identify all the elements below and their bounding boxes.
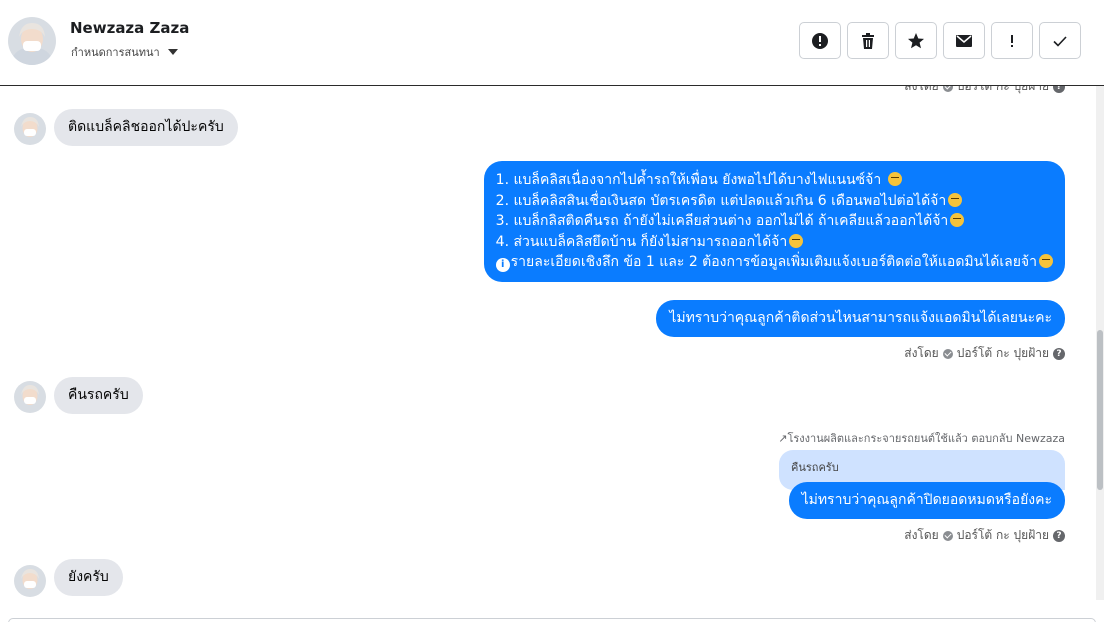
sent-by-agent: ปอร์โต้ กะ ปุยฝ้าย [956, 346, 1049, 360]
mail-icon [956, 34, 972, 47]
delete-button[interactable] [847, 22, 889, 59]
contact-avatar[interactable] [8, 17, 56, 65]
message-line: 4. ส่วนแบล็คลิสยึดบ้าน ก็ยังไม่สามารถออก… [496, 232, 1053, 253]
incoming-message[interactable]: คืนรถครับ [54, 377, 143, 414]
incoming-message[interactable]: ยังครับ [54, 559, 123, 596]
emoji-icon [1039, 254, 1053, 268]
reply-context-note: ↗โรงงานผลิตและกระจายรถยนต์ใช้แล้ว ตอบกลั… [778, 432, 1065, 445]
sent-by-line: ส่งโดย ปอร์โต้ กะ ปุยฝ้าย ? [904, 526, 1065, 545]
sent-by-agent: ปอร์โต้ กะ ปุยฝ้าย [956, 86, 1049, 93]
verified-icon [942, 86, 953, 92]
sent-by-line: ส่งโดย ปอร์โต้ กะ ปุยฝ้าย ? [904, 344, 1065, 363]
mark-done-button[interactable] [1039, 22, 1081, 59]
emoji-icon [950, 213, 965, 227]
trash-icon [862, 32, 874, 49]
outgoing-message[interactable]: ไม่ทราบว่าคุณลูกค้าติดส่วนไหนสามารถแจ้งแ… [656, 300, 1065, 337]
message-line: 2. แบล็คลิสสินเชื่อเงินสด บัตรเครดิต แต่… [496, 191, 1053, 212]
emoji-icon [948, 192, 963, 207]
contact-avatar-small[interactable] [14, 381, 46, 413]
message-line: i รายละเอียดเชิงลึก ข้อ 1 และ 2 ต้องการข้… [495, 252, 1053, 273]
emoji-icon [887, 172, 902, 186]
alert-circle-icon [812, 32, 828, 49]
sent-by-prefix: ส่งโดย [904, 86, 939, 93]
message-line: 3. แบล็กลิสติดคืนรถ ถ้ายังไม่เคลียส่วนต่… [496, 211, 1053, 232]
help-icon[interactable]: ? [1053, 347, 1065, 360]
scrollbar-thumb[interactable] [1097, 330, 1103, 490]
assign-conversation-dropdown[interactable]: กำหนดการสนทนา [71, 43, 178, 61]
contact-avatar-small[interactable] [14, 565, 46, 597]
star-icon [908, 32, 924, 48]
help-icon[interactable]: ? [1053, 86, 1065, 93]
verified-icon [942, 530, 953, 541]
star-button[interactable] [895, 22, 937, 59]
mark-spam-button[interactable] [799, 22, 841, 59]
follow-up-button[interactable] [991, 22, 1033, 59]
inbox-conversation: Newzaza Zaza กำหนดการสนทนา ส่งโดย ปอร์โต… [0, 0, 1104, 622]
verified-icon [942, 348, 953, 359]
message-thread[interactable]: ส่งโดย ปอร์โต้ กะ ปุยฝ้าย ? ติดแบล็คลิชอ… [0, 86, 1104, 622]
check-icon [1053, 35, 1067, 47]
contact-name: Newzaza Zaza [70, 19, 190, 37]
outgoing-message[interactable]: 1. แบล็คลิสเนื่องจากไปค้ำรถให้เพื่อน ยัง… [483, 161, 1065, 282]
exclamation-icon [1011, 34, 1013, 47]
outgoing-message[interactable]: ไม่ทราบว่าคุณลูกค้าปิดยอดหมดหรือยังคะ [788, 482, 1065, 519]
contact-avatar-small[interactable] [14, 113, 46, 145]
incoming-message[interactable]: ติดแบล็คลิชออกได้ปะครับ [54, 109, 238, 146]
sent-by-prefix: ส่งโดย [904, 346, 939, 360]
conversation-header: Newzaza Zaza กำหนดการสนทนา [0, 0, 1104, 86]
thread-scrollbar[interactable] [1096, 86, 1104, 600]
assign-label: กำหนดการสนทนา [71, 46, 160, 59]
message-line: 1. แบล็คลิสเนื่องจากไปค้ำรถให้เพื่อน ยัง… [496, 170, 1053, 191]
emoji-icon [789, 233, 804, 248]
sent-by-prefix: ส่งโดย [904, 528, 939, 542]
conversation-toolbar [799, 22, 1081, 59]
caret-down-icon [167, 49, 178, 55]
help-icon[interactable]: ? [1053, 529, 1065, 542]
message-composer[interactable] [8, 618, 1096, 622]
mark-unread-button[interactable] [943, 22, 985, 59]
info-icon: i [495, 258, 510, 272]
sent-by-agent: ปอร์โต้ กะ ปุยฝ้าย [956, 528, 1049, 542]
sent-by-line: ส่งโดย ปอร์โต้ กะ ปุยฝ้าย ? [904, 86, 1065, 96]
